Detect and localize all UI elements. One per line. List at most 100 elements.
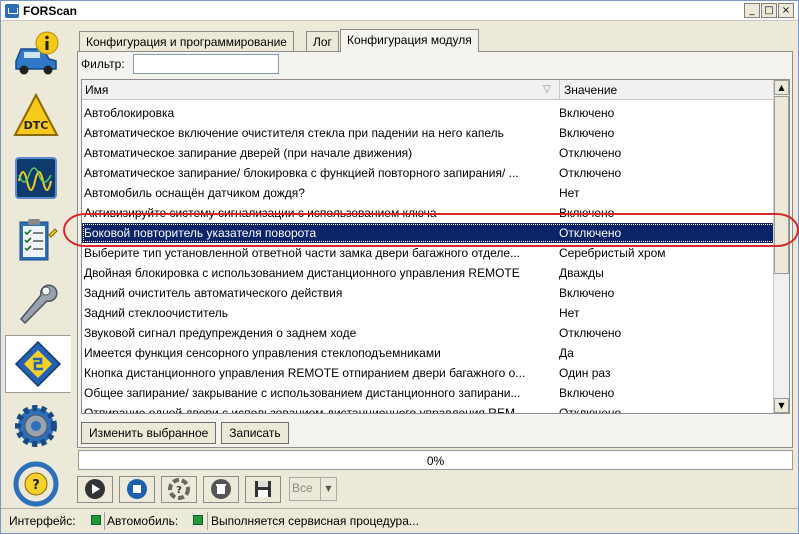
- row-name: Кнопка дистанционного управления REMOTE …: [84, 366, 526, 380]
- table-row[interactable]: Задний очиститель автоматического действ…: [82, 283, 775, 303]
- filter-combo-value: Все: [292, 481, 313, 495]
- status-separator: [104, 512, 105, 530]
- write-button[interactable]: Записать: [221, 422, 289, 444]
- filter-input[interactable]: [133, 54, 279, 74]
- row-name: Отпирание одной двери с использованием д…: [84, 406, 525, 414]
- sidebar-item-settings[interactable]: [5, 397, 67, 455]
- close-button[interactable]: ×: [778, 3, 794, 18]
- table-row[interactable]: Активизируйте систему сигнализации с исп…: [82, 203, 775, 223]
- row-name: Задний стеклоочиститель: [84, 306, 228, 320]
- table-row[interactable]: Выберите тип установленной ответной част…: [82, 243, 775, 263]
- vertical-scrollbar[interactable]: ▲ ▼: [773, 80, 789, 413]
- app-window: FORScan _ □ × DTC ? Конфигурация и прогр…: [0, 0, 799, 534]
- table-row[interactable]: Автоматическое запирание/ блокировка с ф…: [82, 163, 775, 183]
- table-row[interactable]: Кнопка дистанционного управления REMOTE …: [82, 363, 775, 383]
- row-value: Серебристый хром: [559, 246, 666, 260]
- scroll-thumb[interactable]: [774, 96, 789, 274]
- row-value: Дважды: [559, 266, 604, 280]
- app-icon: [5, 4, 19, 18]
- row-value: Да: [559, 346, 574, 360]
- row-value: Включено: [559, 206, 615, 220]
- scroll-up-icon[interactable]: ▲: [774, 80, 789, 95]
- sidebar-item-vehicle-info[interactable]: [5, 25, 67, 83]
- sidebar: DTC ?: [5, 25, 71, 507]
- help-button[interactable]: ?: [161, 475, 197, 503]
- lifebuoy-icon: ?: [168, 478, 190, 500]
- gear-icon: [15, 405, 57, 447]
- sidebar-item-dtc[interactable]: DTC: [5, 87, 67, 145]
- column-header-name-label: Имя: [85, 83, 109, 97]
- chevron-down-icon: ▼: [320, 478, 336, 500]
- row-name: Имеется функция сенсорного управления ст…: [84, 346, 441, 360]
- oscilloscope-icon: [15, 157, 57, 199]
- row-name: Звуковой сигнал предупреждения о заднем …: [84, 326, 357, 340]
- interface-status-led: [91, 515, 101, 525]
- row-name: Задний очиститель автоматического действ…: [84, 286, 343, 300]
- row-value: Включено: [559, 106, 615, 120]
- row-value: Один раз: [559, 366, 611, 380]
- table-row[interactable]: Отпирание одной двери с использованием д…: [82, 403, 775, 414]
- table-row[interactable]: Автоблокировка Включено: [82, 103, 775, 123]
- tab-module-configuration[interactable]: Конфигурация модуля: [340, 29, 479, 52]
- save-button[interactable]: [245, 475, 281, 503]
- play-icon: [85, 479, 105, 499]
- edit-selected-button[interactable]: Изменить выбранное: [81, 422, 217, 444]
- row-name: Боковой повторитель указателя поворота: [84, 226, 317, 240]
- row-value: Включено: [559, 286, 615, 300]
- row-value: Отключено: [559, 146, 622, 160]
- table-row[interactable]: Автоматическое включение очистителя стек…: [82, 123, 775, 143]
- run-button[interactable]: [77, 475, 113, 503]
- row-value: Отключено: [559, 326, 622, 340]
- row-name: Автомобиль оснащён датчиком дождя?: [84, 186, 305, 200]
- sidebar-item-oscilloscope[interactable]: [5, 149, 67, 207]
- dtc-warning-icon: DTC: [13, 92, 59, 136]
- table-row[interactable]: Автомобиль оснащён датчиком дождя? Нет: [82, 183, 775, 203]
- table-row[interactable]: Общее запирание/ закрывание с использова…: [82, 383, 775, 403]
- bottom-toolbar: ? Все ▼: [77, 475, 337, 503]
- column-header-value[interactable]: Значение: [561, 80, 775, 100]
- row-name: Двойная блокировка с использованием дист…: [84, 266, 520, 280]
- checklist-icon: [19, 219, 58, 261]
- sidebar-item-help[interactable]: ?: [5, 455, 67, 513]
- row-value: Нет: [559, 186, 580, 200]
- sidebar-item-tests[interactable]: [5, 211, 67, 269]
- chip-icon: [14, 340, 62, 388]
- table-row[interactable]: Имеется функция сенсорного управления ст…: [82, 343, 775, 363]
- sidebar-item-configuration[interactable]: [5, 335, 71, 393]
- action-buttons: Изменить выбранное Записать: [81, 422, 289, 444]
- table-row[interactable]: Звуковой сигнал предупреждения о заднем …: [82, 323, 775, 343]
- table-row[interactable]: Двойная блокировка с использованием дист…: [82, 263, 775, 283]
- delete-button[interactable]: [203, 475, 239, 503]
- table-row[interactable]: Автоматическое запирание дверей (при нач…: [82, 143, 775, 163]
- window-title: FORScan: [23, 4, 78, 18]
- title-bar: FORScan _ □ ×: [1, 1, 798, 21]
- row-name: Активизируйте систему сигнализации с исп…: [84, 206, 437, 220]
- vehicle-status-led: [193, 515, 203, 525]
- maximize-button[interactable]: □: [761, 3, 777, 18]
- vehicle-label: Автомобиль:: [107, 514, 179, 528]
- row-value: Нет: [559, 306, 580, 320]
- scroll-down-icon[interactable]: ▼: [774, 398, 789, 413]
- row-name: Автоматическое запирание/ блокировка с ф…: [84, 166, 519, 180]
- stop-button[interactable]: [119, 475, 155, 503]
- row-value: Включено: [559, 126, 615, 140]
- wrench-icon: [19, 284, 58, 325]
- table-row-selected[interactable]: Боковой повторитель указателя поворота От…: [82, 223, 775, 243]
- minimize-button[interactable]: _: [744, 3, 760, 18]
- progress-text: 0%: [426, 454, 445, 468]
- column-header-name[interactable]: Имя ▽: [82, 80, 560, 100]
- filter-label: Фильтр:: [81, 57, 125, 71]
- module-configuration-panel: Фильтр: Имя ▽ Значение Автоблокировка Вкл…: [77, 51, 793, 448]
- progress-bar: 0%: [78, 450, 793, 470]
- filter-combo[interactable]: Все ▼: [289, 477, 337, 501]
- row-value: Отключено: [559, 406, 622, 414]
- sidebar-item-service[interactable]: [5, 273, 67, 331]
- tab-configuration-programming[interactable]: Конфигурация и программирование: [79, 31, 294, 51]
- tab-log[interactable]: Лог: [306, 31, 339, 51]
- row-name: Автоматическое включение очистителя стек…: [84, 126, 504, 140]
- row-value: Отключено: [559, 226, 622, 240]
- car-info-icon: [15, 31, 59, 75]
- svg-text:?: ?: [176, 485, 182, 496]
- sort-icon: ▽: [543, 84, 551, 95]
- table-row[interactable]: Задний стеклоочиститель Нет: [82, 303, 775, 323]
